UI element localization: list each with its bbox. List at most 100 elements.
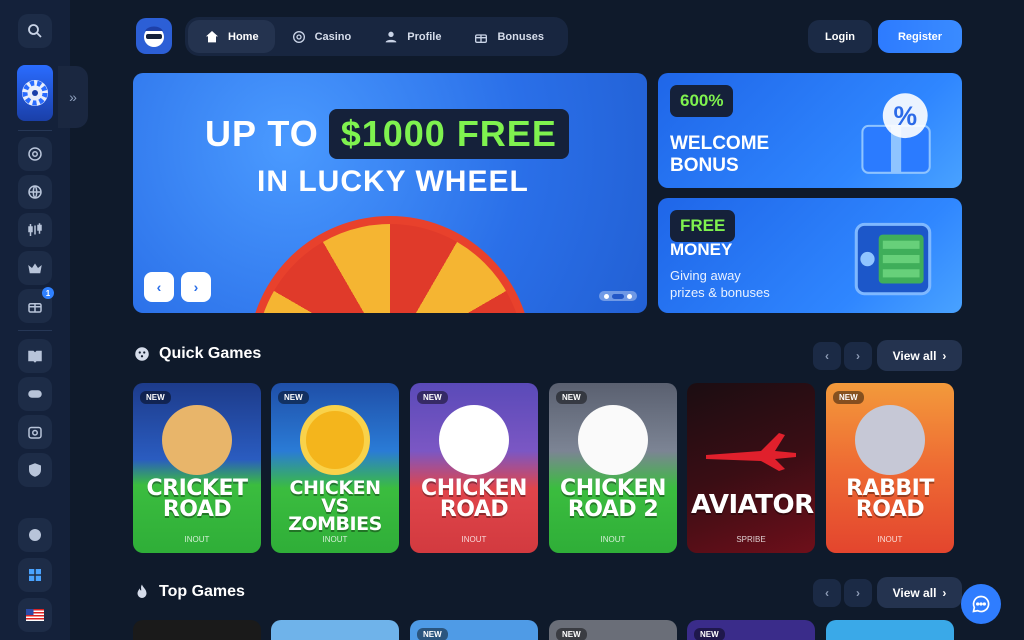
windows-icon bbox=[29, 569, 41, 581]
promo-free-money[interactable]: FREE MONEY Giving away prizes & bonuses bbox=[658, 198, 962, 313]
percent-gift-icon: % bbox=[861, 93, 931, 174]
game-card-chicken-road-2[interactable]: NEW CHICKEN ROAD 2 INOUT bbox=[549, 383, 677, 553]
sidebar-expand-button[interactable]: » bbox=[58, 66, 88, 128]
new-badge: NEW bbox=[556, 391, 587, 404]
game-card-chicken-road[interactable]: NEW CHICKEN ROAD INOUT bbox=[410, 383, 538, 553]
user-icon bbox=[385, 31, 397, 42]
hero-banner[interactable]: UP TO $1000 FREE IN LUCKY WHEEL ‹ › bbox=[133, 73, 647, 313]
gift-icon bbox=[475, 33, 488, 43]
live-chat-button[interactable] bbox=[961, 584, 1001, 624]
chat-icon bbox=[972, 595, 990, 613]
game-provider: INOUT bbox=[461, 535, 487, 544]
tab-home[interactable]: Home bbox=[188, 20, 275, 53]
new-badge: NEW bbox=[556, 628, 587, 640]
crown-icon bbox=[28, 263, 42, 274]
wallet-icon bbox=[28, 426, 42, 439]
home-icon bbox=[206, 30, 218, 42]
login-button[interactable]: Login bbox=[808, 20, 872, 53]
hero-subheadline: IN LUCKY WHEEL bbox=[257, 165, 529, 198]
top-game-card[interactable] bbox=[271, 620, 399, 640]
sidebar-item-support[interactable] bbox=[18, 518, 52, 552]
game-title: RABBIT ROAD bbox=[846, 476, 934, 522]
sidebar-divider bbox=[18, 330, 52, 331]
view-all-label: View all bbox=[892, 585, 937, 600]
carousel-dot[interactable] bbox=[627, 293, 632, 299]
sidebar: » 1 bbox=[0, 0, 88, 640]
sidebar-item-trading[interactable] bbox=[18, 213, 52, 247]
money-safe-icon bbox=[854, 222, 932, 296]
top-games-next-button[interactable]: › bbox=[844, 579, 872, 607]
gift-icon bbox=[28, 303, 42, 313]
quick-games-prev-button[interactable]: ‹ bbox=[813, 342, 841, 370]
sidebar-item-casino[interactable] bbox=[18, 137, 52, 171]
promo-subtitle-line: prizes & bonuses bbox=[670, 284, 770, 300]
top-game-card[interactable]: NEW bbox=[410, 620, 538, 640]
game-card-cricket-road[interactable]: NEW CRICKET ROAD INOUT bbox=[133, 383, 261, 553]
globe-icon bbox=[28, 185, 42, 199]
book-icon bbox=[28, 350, 42, 363]
game-art bbox=[439, 405, 509, 475]
promo-title: MONEY bbox=[670, 240, 733, 259]
promo-tag: FREE bbox=[670, 210, 736, 242]
top-game-card[interactable] bbox=[133, 620, 261, 640]
lucky-wheel-graphic bbox=[248, 216, 532, 313]
game-card-aviator[interactable]: AVIATOR SPRIBE bbox=[687, 383, 815, 553]
sidebar-item-security[interactable] bbox=[18, 453, 52, 487]
sidebar-item-games[interactable] bbox=[18, 377, 52, 411]
promo-subtitle-line: Giving away bbox=[670, 268, 741, 283]
sidebar-item-bonuses[interactable]: 1 bbox=[18, 287, 54, 323]
search-button[interactable] bbox=[18, 14, 52, 48]
carousel-dot-active[interactable] bbox=[612, 293, 624, 299]
gamepad-icon bbox=[135, 347, 149, 361]
sidebar-item-sports[interactable] bbox=[18, 175, 52, 209]
section-title-quick-games: Quick Games bbox=[133, 345, 261, 363]
top-game-card[interactable] bbox=[826, 620, 954, 640]
new-badge: NEW bbox=[833, 391, 864, 404]
top-games-prev-button[interactable]: ‹ bbox=[813, 579, 841, 607]
hero-prev-button[interactable]: ‹ bbox=[144, 272, 174, 302]
double-chevron-right-icon: » bbox=[69, 89, 77, 105]
lucky-wheel-button[interactable] bbox=[17, 65, 53, 121]
tab-profile[interactable]: Profile bbox=[367, 20, 457, 53]
chevron-right-icon: › bbox=[942, 585, 947, 600]
tab-casino[interactable]: Casino bbox=[275, 20, 368, 53]
game-title: CHICKEN ROAD 2 bbox=[560, 476, 666, 522]
chevron-right-icon: › bbox=[193, 279, 199, 295]
chevron-right-icon: › bbox=[856, 586, 860, 600]
top-games-view-all-button[interactable]: View all › bbox=[877, 577, 962, 608]
sidebar-divider bbox=[18, 130, 52, 131]
register-button[interactable]: Register bbox=[878, 20, 962, 53]
chevron-left-icon: ‹ bbox=[156, 279, 162, 295]
view-all-label: View all bbox=[892, 348, 937, 363]
promo-subtitle: Giving away prizes & bonuses bbox=[670, 268, 770, 302]
gamepad-icon bbox=[28, 390, 42, 398]
new-badge: NEW bbox=[417, 628, 448, 640]
game-provider: INOUT bbox=[322, 535, 348, 544]
new-badge: NEW bbox=[694, 628, 725, 640]
shield-icon bbox=[29, 463, 41, 477]
game-title: CHICKEN ROAD bbox=[421, 476, 527, 522]
new-badge: NEW bbox=[140, 391, 171, 404]
promo-welcome-bonus[interactable]: 600% WELCOME BONUS % bbox=[658, 73, 962, 188]
top-game-card[interactable]: NEW bbox=[549, 620, 677, 640]
tab-label: Profile bbox=[407, 30, 442, 43]
language-selector[interactable] bbox=[18, 598, 52, 632]
site-logo[interactable] bbox=[136, 18, 172, 54]
carousel-dots bbox=[599, 291, 637, 301]
game-provider: INOUT bbox=[877, 535, 903, 544]
quick-games-next-button[interactable]: › bbox=[844, 342, 872, 370]
sidebar-item-rules[interactable] bbox=[18, 339, 52, 373]
game-art bbox=[578, 405, 648, 475]
game-card-rabbit-road[interactable]: NEW RABBIT ROAD INOUT bbox=[826, 383, 954, 553]
sidebar-item-vip[interactable] bbox=[18, 251, 52, 285]
game-card-chicken-vs-zombies[interactable]: NEW CHICKEN VS ZOMBIES INOUT bbox=[271, 383, 399, 553]
tab-bonuses[interactable]: Bonuses bbox=[457, 20, 559, 53]
sidebar-item-download-windows[interactable] bbox=[18, 558, 52, 592]
top-game-card[interactable]: NEW bbox=[687, 620, 815, 640]
carousel-dot[interactable] bbox=[604, 293, 609, 299]
hero-next-button[interactable]: › bbox=[181, 272, 211, 302]
tab-label: Home bbox=[228, 30, 259, 43]
us-flag-icon bbox=[26, 609, 44, 621]
quick-games-view-all-button[interactable]: View all › bbox=[877, 340, 962, 371]
sidebar-item-wallet[interactable] bbox=[18, 415, 52, 449]
